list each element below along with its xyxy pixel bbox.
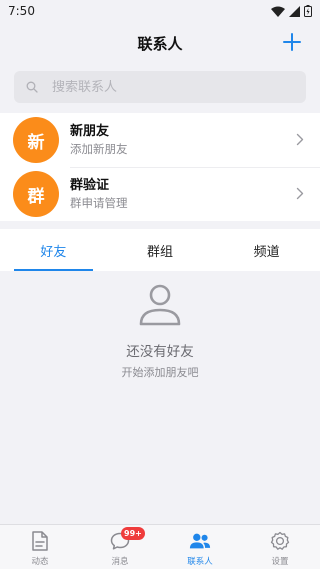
chevron-right-icon: [296, 133, 304, 146]
battery-icon: [304, 5, 312, 17]
entry-subtitle: 群申请管理: [70, 195, 128, 210]
entry-subtitle: 添加新朋友: [70, 141, 128, 156]
document-icon: [32, 531, 48, 551]
group-verification-avatar: 群: [13, 171, 59, 217]
tab-groups[interactable]: 群组: [107, 229, 214, 271]
signal-icon: [289, 5, 300, 17]
tab-friends[interactable]: 好友: [0, 229, 107, 271]
status-bar: 7:50: [0, 0, 320, 22]
nav-item-messages[interactable]: 99+ 消息: [80, 525, 160, 569]
contact-tabs: 好友 群组 频道: [0, 229, 320, 271]
contacts-icon: [189, 533, 211, 549]
nav-item-settings[interactable]: 设置: [240, 525, 320, 569]
person-icon: [139, 284, 181, 326]
add-contact-button[interactable]: [278, 28, 306, 56]
empty-state: 还没有好友 开始添加朋友吧: [0, 271, 320, 524]
gear-icon: [270, 531, 290, 550]
status-icons: [271, 5, 312, 17]
new-friends-avatar: 新: [13, 117, 59, 163]
search-bar[interactable]: [14, 71, 306, 103]
entry-title: 新朋友: [70, 123, 110, 139]
app-header: 联系人: [0, 22, 320, 64]
bottom-nav: 动态 99+ 消息 联系人 设置: [0, 524, 320, 569]
nav-label: 动态: [31, 557, 49, 567]
entry-title: 群验证: [70, 177, 110, 193]
chevron-right-icon: [296, 187, 304, 200]
empty-state-title: 还没有好友: [126, 344, 194, 360]
empty-state-subtitle: 开始添加朋友吧: [121, 366, 199, 379]
tab-channels[interactable]: 频道: [213, 229, 320, 271]
unread-badge: 99+: [121, 527, 145, 540]
wifi-icon: [271, 6, 285, 17]
contact-entry-list: 新 新朋友 添加新朋友 群 群验证 群申请管理: [0, 113, 320, 221]
nav-item-contacts[interactable]: 联系人: [160, 525, 240, 569]
nav-label: 消息: [111, 557, 129, 567]
nav-label: 联系人: [187, 557, 213, 567]
new-friends-entry[interactable]: 新 新朋友 添加新朋友: [0, 113, 320, 167]
search-input[interactable]: [52, 79, 282, 95]
status-time: 7:50: [8, 4, 35, 18]
nav-item-feed[interactable]: 动态: [0, 525, 80, 569]
page-title: 联系人: [137, 34, 183, 53]
plus-icon: [283, 33, 301, 51]
nav-label: 设置: [271, 557, 289, 567]
search-icon: [26, 81, 38, 93]
group-verification-entry[interactable]: 群 群验证 群申请管理: [0, 167, 320, 221]
